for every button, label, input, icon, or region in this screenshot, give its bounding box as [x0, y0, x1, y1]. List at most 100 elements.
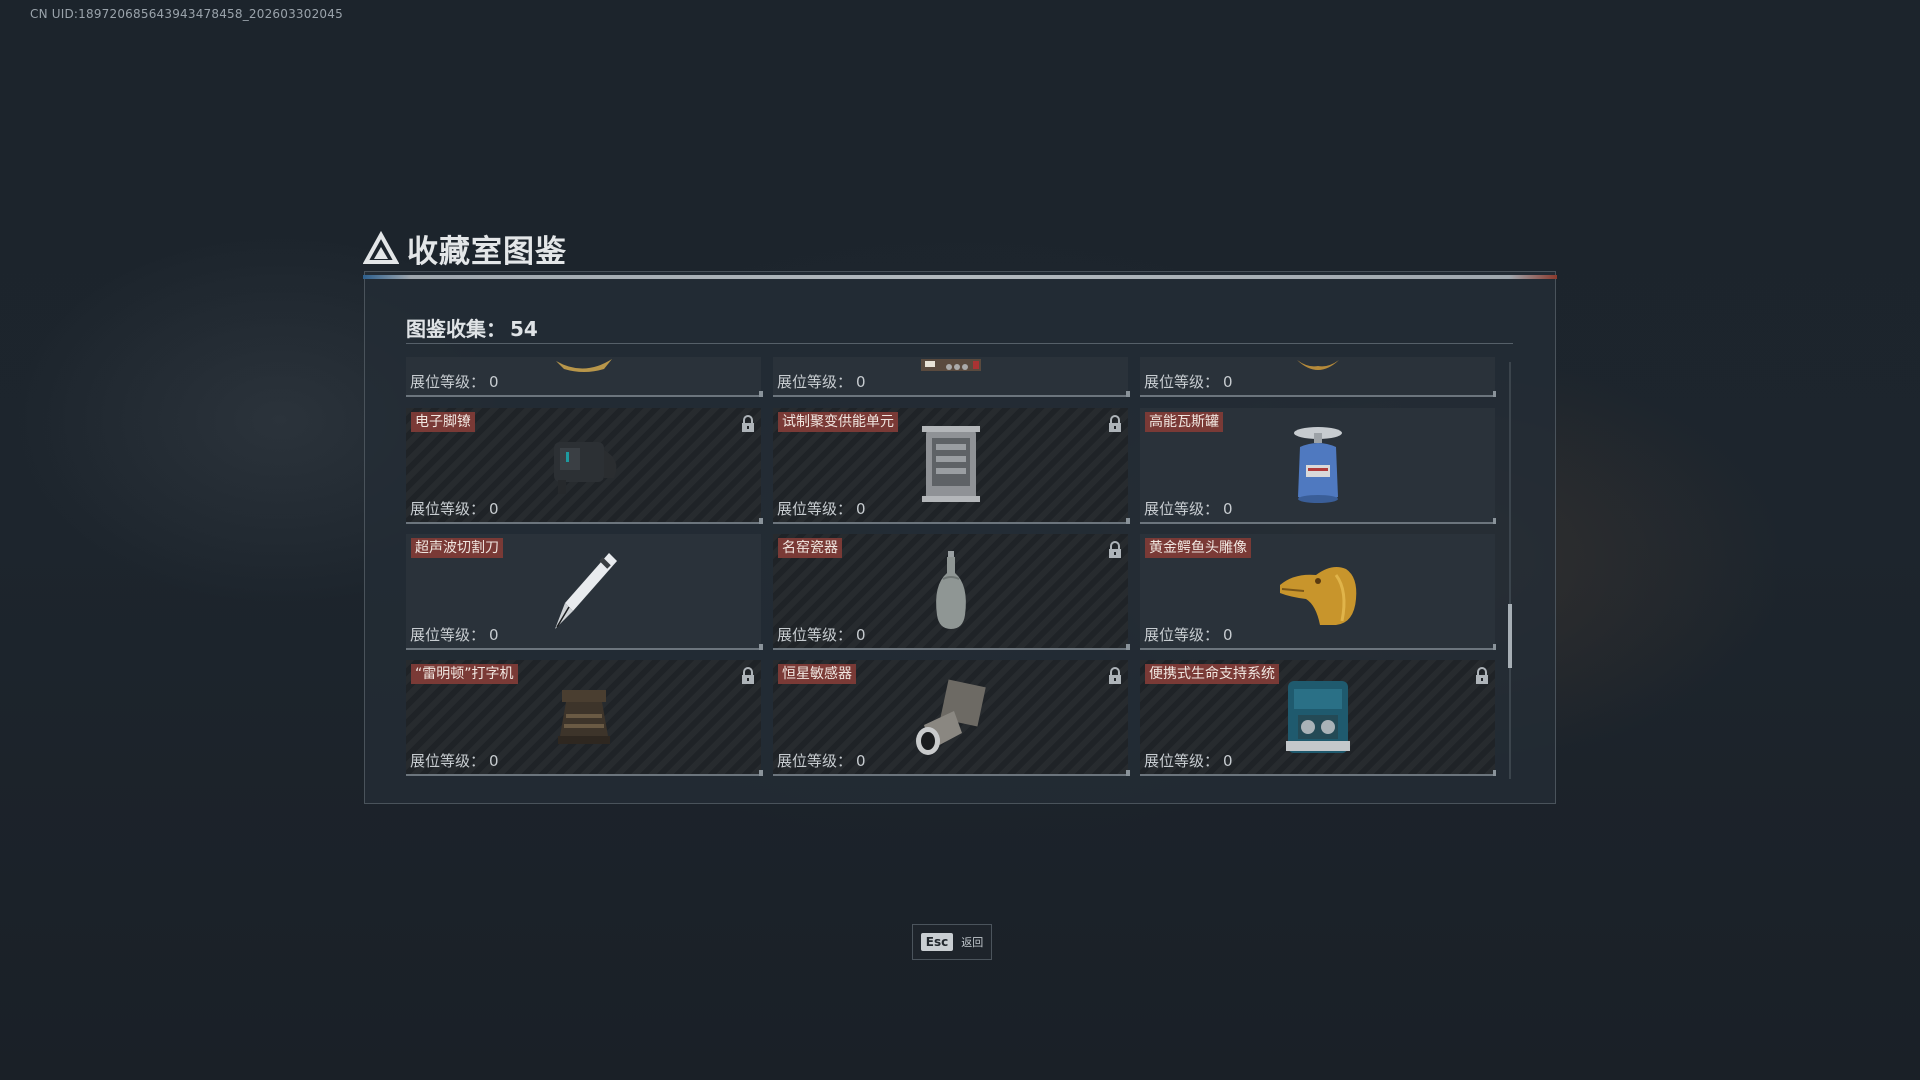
booth-level-label: 展位等级： — [410, 500, 486, 518]
booth-level-label: 展位等级： — [1144, 373, 1220, 391]
item-name: 超声波切割刀 — [411, 538, 503, 558]
collection-count: 图鉴收集： 54 — [406, 313, 538, 342]
collection-card[interactable]: 恒星敏感器 展位等级： 0 — [773, 660, 1130, 776]
booth-level: 展位等级： 0 — [777, 498, 866, 519]
collection-count-value: 54 — [510, 317, 538, 341]
booth-level: 展位等级： 0 — [410, 498, 499, 519]
booth-level-label: 展位等级： — [777, 373, 853, 391]
card-corner — [1493, 644, 1496, 650]
booth-level: 展位等级： 0 — [1144, 750, 1233, 771]
card-corner — [759, 644, 763, 650]
booth-level-value: 0 — [856, 626, 866, 644]
booth-level-label: 展位等级： — [410, 752, 486, 770]
fusion-unit-icon — [921, 426, 980, 502]
scrollbar-thumb[interactable] — [1508, 604, 1512, 668]
booth-level-label: 展位等级： — [1144, 500, 1220, 518]
device-box-icon — [920, 359, 981, 371]
collection-card[interactable]: 高能瓦斯罐 展位等级： 0 — [1140, 408, 1496, 524]
booth-level-label: 展位等级： — [777, 626, 853, 644]
booth-level-value: 0 — [489, 752, 499, 770]
card-corner — [1126, 518, 1130, 524]
booth-level-label: 展位等级： — [1144, 752, 1220, 770]
booth-level-value: 0 — [1223, 500, 1233, 518]
item-name: 便携式生命支持系统 — [1145, 664, 1279, 684]
booth-level-value: 0 — [489, 500, 499, 518]
booth-level-value: 0 — [1223, 626, 1233, 644]
collection-card[interactable]: 超声波切割刀 展位等级： 0 — [406, 534, 763, 650]
collection-card[interactable]: 便携式生命支持系统 展位等级： 0 — [1140, 660, 1496, 776]
ankle-monitor-icon — [553, 442, 616, 494]
ultrasonic-knife-icon — [554, 553, 617, 629]
typewriter-icon — [557, 690, 610, 744]
booth-level-label: 展位等级： — [777, 752, 853, 770]
booth-level-value: 0 — [1223, 373, 1233, 391]
booth-level-label: 展位等级： — [1144, 626, 1220, 644]
collection-card[interactable]: 展位等级： 0 — [406, 357, 763, 397]
back-button[interactable]: Esc 返回 — [912, 924, 992, 960]
porcelain-vase-icon — [935, 551, 966, 629]
card-corner — [759, 391, 763, 397]
collection-card[interactable]: 电子脚镣 展位等级： 0 — [406, 408, 763, 524]
divider — [406, 343, 1513, 344]
collection-card[interactable]: “雷明顿”打字机 展位等级： 0 — [406, 660, 763, 776]
booth-level-label: 展位等级： — [410, 373, 486, 391]
booth-level-value: 0 — [856, 373, 866, 391]
collection-card[interactable]: 黄金鳄鱼头雕像 展位等级： 0 — [1140, 534, 1496, 650]
item-name: 高能瓦斯罐 — [1145, 412, 1223, 432]
booth-level-value: 0 — [489, 626, 499, 644]
lock-icon — [742, 667, 754, 684]
collection-grid[interactable]: 展位等级： 0 展位等级： 0 展位等级： 0 电子脚镣 展位等级： 0 试制聚变供能单… — [406, 357, 1496, 778]
scrollbar-track[interactable] — [1509, 362, 1511, 779]
item-name: “雷明顿”打字机 — [411, 664, 518, 684]
item-name: 黄金鳄鱼头雕像 — [1145, 538, 1251, 558]
gold-ornament-icon — [1296, 360, 1339, 370]
card-corner — [1126, 391, 1130, 397]
back-label: 返回 — [961, 936, 984, 949]
item-name: 恒星敏感器 — [778, 664, 856, 684]
triangle-logo-icon — [363, 230, 399, 264]
page-title: 收藏室图鉴 — [407, 234, 567, 270]
booth-level: 展位等级： 0 — [1144, 498, 1233, 519]
lock-icon — [1476, 667, 1488, 684]
booth-level-value: 0 — [489, 373, 499, 391]
gas-canister-icon — [1293, 427, 1342, 503]
esc-key-hint: Esc — [920, 933, 954, 951]
collection-card[interactable]: 展位等级： 0 — [1140, 357, 1496, 397]
lock-icon — [1109, 667, 1121, 684]
booth-level: 展位等级： 0 — [777, 624, 866, 645]
booth-level-value: 0 — [1223, 752, 1233, 770]
booth-level-value: 0 — [856, 500, 866, 518]
booth-level: 展位等级： 0 — [410, 624, 499, 645]
booth-level: 展位等级： 0 — [777, 371, 866, 392]
collection-card[interactable]: 名窑瓷器 展位等级： 0 — [773, 534, 1130, 650]
gold-relic-icon — [555, 359, 612, 372]
booth-level-value: 0 — [856, 752, 866, 770]
card-corner — [759, 770, 763, 776]
booth-level: 展位等级： 0 — [410, 371, 499, 392]
collection-count-label: 图鉴收集： — [406, 317, 506, 341]
booth-level: 展位等级： 0 — [777, 750, 866, 771]
card-corner — [1493, 770, 1496, 776]
panel-accent-bar — [363, 275, 1557, 279]
item-name: 试制聚变供能单元 — [778, 412, 898, 432]
collection-card[interactable]: 展位等级： 0 — [773, 357, 1130, 397]
booth-level: 展位等级： 0 — [1144, 371, 1233, 392]
item-name: 名窑瓷器 — [778, 538, 842, 558]
lock-icon — [1109, 541, 1121, 558]
lock-icon — [742, 415, 754, 432]
booth-level-label: 展位等级： — [777, 500, 853, 518]
page-header: 收藏室图鉴 — [363, 226, 567, 271]
card-corner — [759, 518, 763, 524]
lock-icon — [1109, 415, 1121, 432]
booth-level: 展位等级： 0 — [410, 750, 499, 771]
booth-level-label: 展位等级： — [410, 626, 486, 644]
gold-crocodile-statue-icon — [1279, 567, 1356, 625]
card-corner — [1126, 644, 1130, 650]
uid-text: CN UID:189720685643943478458_20260330204… — [30, 7, 343, 21]
card-corner — [1126, 770, 1130, 776]
life-support-icon — [1285, 681, 1350, 753]
collection-card[interactable]: 试制聚变供能单元 展位等级： 0 — [773, 408, 1130, 524]
card-corner — [1493, 391, 1496, 397]
card-corner — [1493, 518, 1496, 524]
star-sensor-icon — [915, 679, 986, 755]
